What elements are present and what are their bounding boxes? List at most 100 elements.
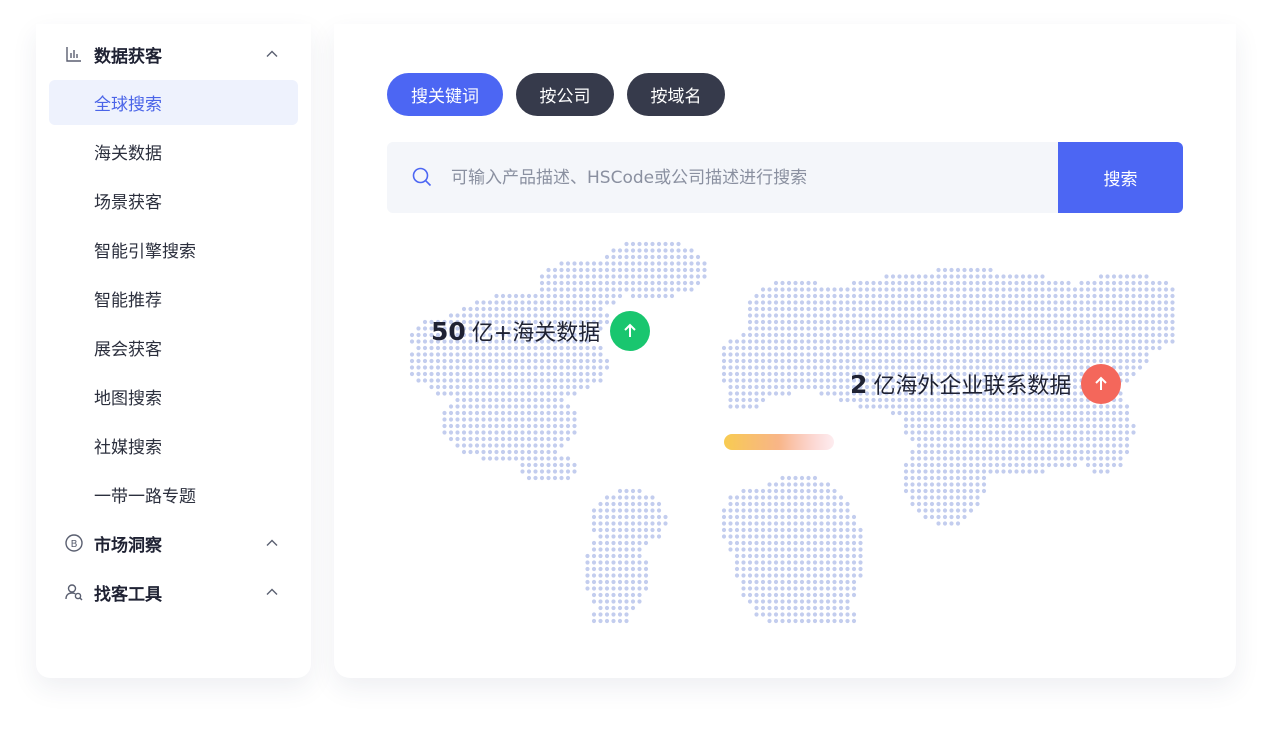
map-dot xyxy=(429,358,434,364)
map-dot xyxy=(487,378,493,383)
map-dot xyxy=(994,462,1000,468)
sidebar-group-tools[interactable]: 找客工具 xyxy=(36,572,311,612)
map-dot xyxy=(533,449,538,455)
chevron-up-icon[interactable] xyxy=(265,47,279,61)
map-dot xyxy=(682,248,688,253)
map-dot xyxy=(663,514,668,520)
map-dot xyxy=(1079,306,1084,312)
map-dot xyxy=(1001,436,1006,442)
map-dot xyxy=(721,352,727,357)
sidebar-group-data-acquisition[interactable]: 数据获客 xyxy=(36,34,311,74)
tab-company[interactable]: 按公司 xyxy=(516,73,614,116)
sidebar-item-smart-recommend[interactable]: 智能推荐 xyxy=(49,276,298,321)
map-dot xyxy=(793,612,798,617)
sidebar-item-engine-search[interactable]: 智能引擎搜索 xyxy=(49,227,298,272)
map-dot xyxy=(513,456,519,461)
map-dot xyxy=(903,488,909,494)
map-dot xyxy=(637,573,642,578)
map-dot xyxy=(1066,410,1071,416)
sidebar-item-global-search[interactable]: 全球搜索 xyxy=(49,80,298,125)
map-dot xyxy=(864,332,870,338)
tab-domain[interactable]: 按域名 xyxy=(627,73,725,116)
map-dot xyxy=(942,267,948,273)
map-dot xyxy=(793,579,798,585)
tab-keyword[interactable]: 搜关键词 xyxy=(387,73,503,116)
map-dot xyxy=(591,514,597,520)
map-dot xyxy=(916,287,922,292)
map-dot xyxy=(780,586,785,591)
map-dot xyxy=(1053,417,1058,422)
map-dot xyxy=(728,521,733,526)
map-dot xyxy=(806,352,811,357)
map-dot xyxy=(929,456,935,461)
map-dot xyxy=(611,540,616,546)
map-dot xyxy=(617,605,623,611)
map-dot xyxy=(585,300,590,305)
map-dot xyxy=(767,527,772,533)
sidebar-group-market-insight[interactable]: B 市场洞察 xyxy=(36,523,311,563)
map-dot xyxy=(923,501,928,507)
map-dot xyxy=(825,358,831,364)
sidebar-item-map-search[interactable]: 地图搜索 xyxy=(49,374,298,419)
chevron-up-icon[interactable] xyxy=(265,536,279,550)
chevron-up-icon[interactable] xyxy=(265,585,279,599)
map-dot xyxy=(1046,430,1052,435)
map-dot xyxy=(988,293,993,299)
map-dot xyxy=(585,573,590,578)
search-button[interactable]: 搜索 xyxy=(1058,142,1183,213)
map-dot xyxy=(754,540,759,546)
map-dot xyxy=(916,332,922,338)
map-dot xyxy=(1046,313,1052,318)
sidebar-item-exhibition[interactable]: 展会获客 xyxy=(49,325,298,370)
map-dot xyxy=(786,592,792,598)
sidebar-item-scenario-acquisition[interactable]: 场景获客 xyxy=(49,178,298,223)
map-dot xyxy=(903,345,909,351)
map-dot xyxy=(650,248,655,253)
map-dot xyxy=(604,605,610,611)
map-dot xyxy=(858,287,863,292)
map-dot xyxy=(786,384,792,390)
map-dot xyxy=(565,404,571,409)
map-dot xyxy=(539,404,545,409)
map-dot xyxy=(416,339,421,344)
sidebar-item-customs-data[interactable]: 海关数据 xyxy=(49,129,298,174)
map-dot xyxy=(884,293,889,299)
map-dot xyxy=(760,566,766,572)
map-dot xyxy=(773,534,779,539)
map-dot xyxy=(806,306,811,312)
map-dot xyxy=(812,384,818,390)
map-dot xyxy=(968,313,974,318)
map-dot xyxy=(949,475,954,481)
map-dot xyxy=(487,417,493,422)
map-dot xyxy=(468,443,473,448)
map-dot xyxy=(630,514,636,520)
map-dot xyxy=(916,417,922,422)
map-dot xyxy=(962,456,967,461)
map-dot xyxy=(884,339,889,344)
map-dot xyxy=(936,488,941,494)
map-dot xyxy=(1170,300,1175,305)
sidebar-item-belt-road[interactable]: 一带一路专题 xyxy=(49,472,298,517)
map-dot xyxy=(851,280,857,286)
map-dot xyxy=(1059,345,1065,351)
sidebar-item-social-search[interactable]: 社媒搜索 xyxy=(49,423,298,468)
map-dot xyxy=(812,579,818,585)
map-dot xyxy=(773,540,779,546)
map-dot xyxy=(767,313,772,318)
map-dot xyxy=(786,371,792,377)
map-dot xyxy=(858,352,863,357)
map-dot xyxy=(767,501,772,507)
map-dot xyxy=(910,488,915,494)
map-dot xyxy=(416,358,421,364)
map-dot xyxy=(1014,449,1019,455)
map-dot xyxy=(832,345,837,351)
map-dot xyxy=(1027,436,1032,442)
map-dot xyxy=(585,371,590,377)
search-input[interactable] xyxy=(451,142,1051,213)
map-dot xyxy=(754,527,759,533)
map-dot xyxy=(1105,449,1110,455)
map-dot xyxy=(936,482,941,487)
map-dot xyxy=(955,443,961,448)
map-dot xyxy=(669,287,675,292)
map-dot xyxy=(955,306,961,312)
